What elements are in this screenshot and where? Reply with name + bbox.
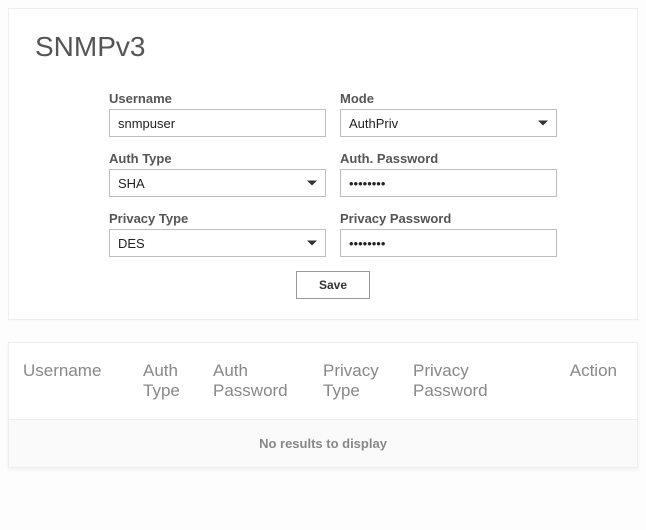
auth-password-input[interactable] [340,169,557,197]
auth-type-label: Auth Type [109,151,326,166]
users-table: Username Auth Type Auth Password Privacy… [8,342,638,468]
mode-select[interactable]: AuthPriv [340,109,557,137]
col-privacy-password: Privacy Password [407,361,517,401]
form-row: Privacy Type DES Privacy Password [109,211,557,257]
chevron-down-icon [538,121,548,126]
col-auth-type: Auth Type [137,361,207,401]
privacy-type-field-wrap: Privacy Type DES [109,211,326,257]
username-label: Username [109,91,326,106]
form-row: Username Mode AuthPriv [109,91,557,137]
col-username: Username [17,361,137,401]
privacy-password-label: Privacy Password [340,211,557,226]
save-row: Save [109,271,557,299]
col-auth-password: Auth Password [207,361,317,401]
mode-value: AuthPriv [349,116,398,131]
chevron-down-icon [307,181,317,186]
mode-field-wrap: Mode AuthPriv [340,91,557,137]
form-row: Auth Type SHA Auth. Password [109,151,557,197]
auth-password-field-wrap: Auth. Password [340,151,557,197]
auth-type-value: SHA [118,176,145,191]
auth-type-select[interactable]: SHA [109,169,326,197]
privacy-type-label: Privacy Type [109,211,326,226]
chevron-down-icon [307,241,317,246]
col-action: Action [517,361,629,401]
table-header: Username Auth Type Auth Password Privacy… [9,343,637,419]
username-field-wrap: Username [109,91,326,137]
privacy-type-value: DES [118,236,145,251]
privacy-type-select[interactable]: DES [109,229,326,257]
auth-type-field-wrap: Auth Type SHA [109,151,326,197]
page-title: SNMPv3 [35,31,617,63]
auth-password-label: Auth. Password [340,151,557,166]
save-button[interactable]: Save [296,271,370,299]
username-input[interactable] [109,109,326,137]
snmpv3-form: Username Mode AuthPriv Auth Type SHA [29,91,617,299]
table-empty: No results to display [9,419,637,467]
col-privacy-type: Privacy Type [317,361,407,401]
snmpv3-card: SNMPv3 Username Mode AuthPriv Auth Type … [8,8,638,320]
privacy-password-input[interactable] [340,229,557,257]
privacy-password-field-wrap: Privacy Password [340,211,557,257]
mode-label: Mode [340,91,557,106]
